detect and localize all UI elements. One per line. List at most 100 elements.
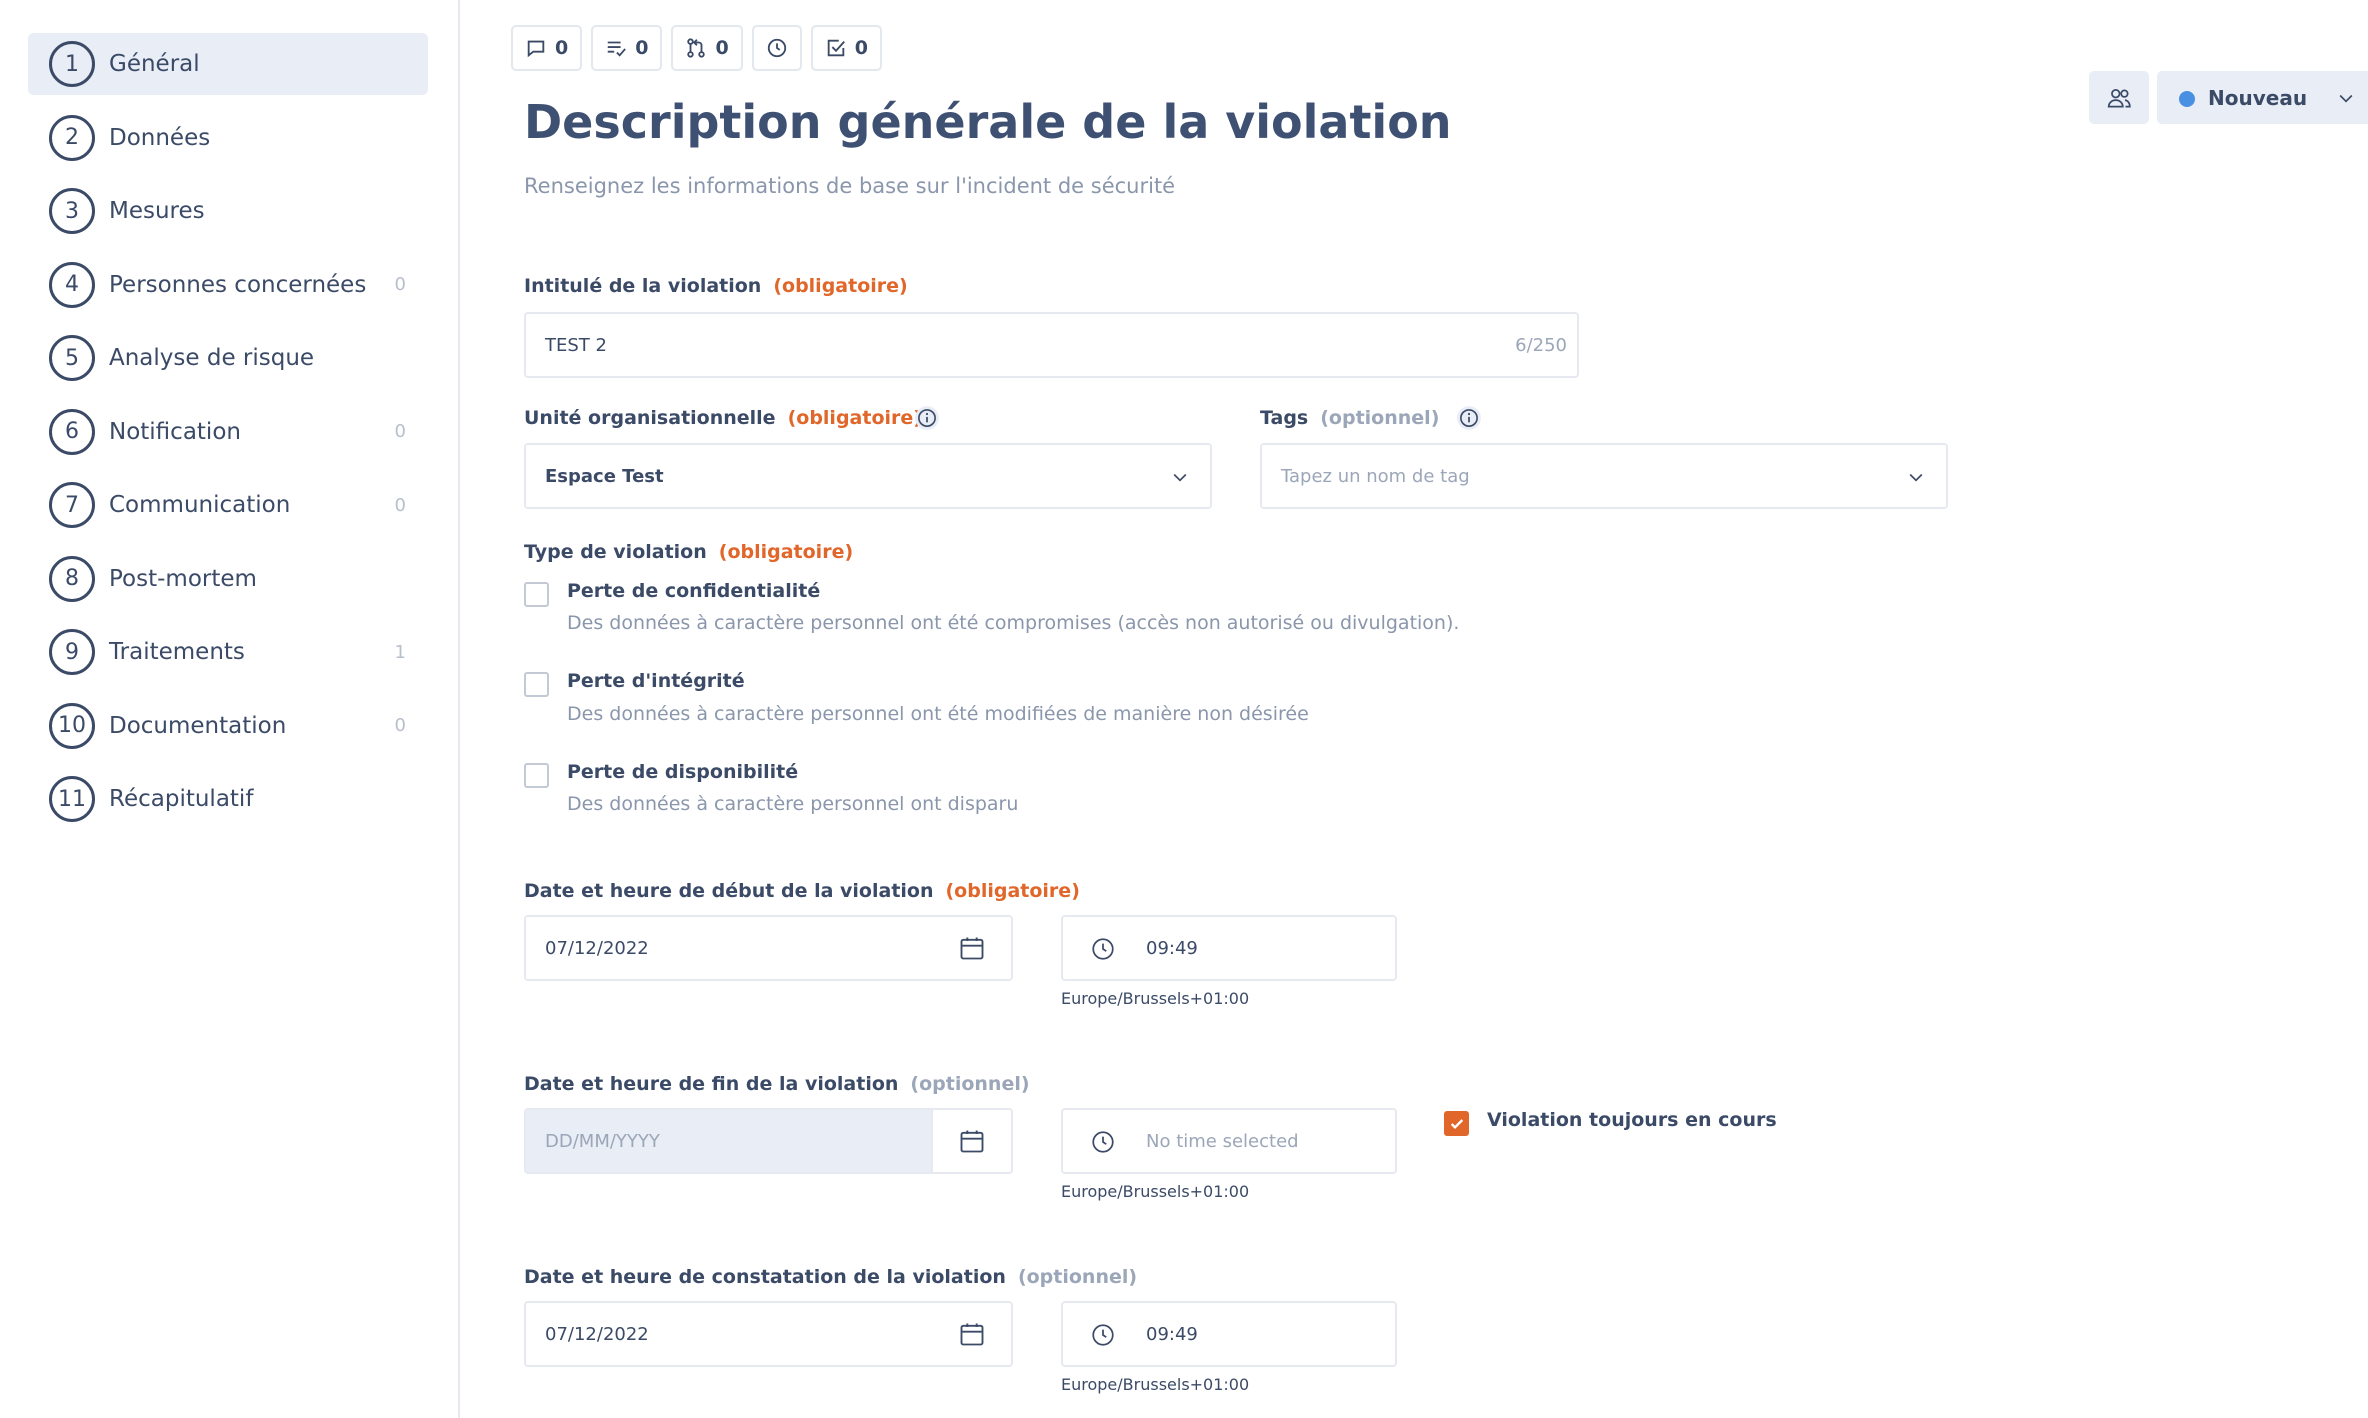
step-label: Documentation xyxy=(109,712,287,739)
step-item-donnees[interactable]: 2 Données xyxy=(28,107,428,169)
end-time-placeholder: No time selected xyxy=(1146,1130,1299,1152)
step-nav: 1 Général 2 Données 3 Mesures 4 Personne… xyxy=(28,33,428,842)
info-icon[interactable] xyxy=(914,405,940,431)
assignees-button[interactable] xyxy=(2089,71,2149,124)
chevron-down-icon xyxy=(2339,94,2353,103)
start-date-input[interactable]: 07/12/2022 xyxy=(524,915,1013,981)
ongoing-label: Violation toujours en cours xyxy=(1487,1109,1777,1131)
step-item-mesures[interactable]: 3 Mesures xyxy=(28,180,428,242)
title-input-value: TEST 2 xyxy=(545,334,607,356)
app: 1 Général 2 Données 3 Mesures 4 Personne… xyxy=(0,0,2368,1418)
tags-label: Tags (optionnel) xyxy=(1260,407,1439,429)
ongoing-checkbox[interactable] xyxy=(1444,1111,1469,1136)
integrity-checkbox[interactable] xyxy=(524,672,549,697)
option-description: Des données à caractère personnel ont ét… xyxy=(567,703,1309,725)
confidentiality-checkbox[interactable] xyxy=(524,582,549,607)
detection-time-input[interactable]: 09:49 xyxy=(1061,1301,1397,1367)
chevron-down-icon xyxy=(1909,473,1923,482)
tasks-count: 0 xyxy=(635,37,649,59)
step-item-notification[interactable]: 6 Notification 0 xyxy=(28,401,428,463)
title-field-label: Intitulé de la violation (obligatoire) xyxy=(524,275,908,297)
calendar-icon[interactable] xyxy=(958,1320,986,1348)
step-item-post-mortem[interactable]: 8 Post-mortem xyxy=(28,548,428,610)
clock-icon xyxy=(1092,938,1114,960)
end-date-placeholder: DD/MM/YYYY xyxy=(545,1130,660,1152)
step-count: 0 xyxy=(394,421,406,442)
title-input[interactable]: TEST 2 6/250 xyxy=(524,312,1579,378)
start-datetime-label: Date et heure de début de la violation (o… xyxy=(524,880,1080,902)
status-dropdown[interactable]: Nouveau xyxy=(2157,71,2368,124)
tags-select[interactable]: Tapez un nom de tag xyxy=(1260,443,1948,509)
step-number: 9 xyxy=(49,629,95,675)
detection-time-value: 09:49 xyxy=(1146,1323,1198,1345)
checks-button[interactable]: 0 xyxy=(810,25,882,71)
option-description: Des données à caractère personnel ont di… xyxy=(567,793,1019,815)
checkbox-icon xyxy=(827,39,845,57)
comments-button[interactable]: 0 xyxy=(511,25,583,71)
required-tag: (obligatoire) xyxy=(787,407,922,429)
activity-toolbar: 0 0 0 0 xyxy=(511,25,882,71)
comments-count: 0 xyxy=(555,37,569,59)
end-date-input: DD/MM/YYYY xyxy=(524,1108,1013,1174)
detection-date-input[interactable]: 07/12/2022 xyxy=(524,1301,1013,1367)
status-dot xyxy=(2179,91,2195,107)
availability-checkbox[interactable] xyxy=(524,763,549,788)
option-title: Perte d'intégrité xyxy=(567,670,745,692)
org-unit-label: Unité organisationnelle (obligatoire) xyxy=(524,407,922,429)
step-item-communication[interactable]: 7 Communication 0 xyxy=(28,474,428,536)
tasks-button[interactable]: 0 xyxy=(591,25,663,71)
tags-placeholder: Tapez un nom de tag xyxy=(1281,465,1470,487)
step-item-traitements[interactable]: 9 Traitements 1 xyxy=(28,621,428,683)
step-item-personnes[interactable]: 4 Personnes concernées 0 xyxy=(28,254,428,316)
info-icon[interactable] xyxy=(1456,405,1482,431)
checkmark-icon xyxy=(1450,1118,1463,1129)
detection-datetime-label: Date et heure de constatation de la viol… xyxy=(524,1266,1137,1288)
end-datetime-label: Date et heure de fin de la violation (opt… xyxy=(524,1073,1030,1095)
step-count: 0 xyxy=(394,494,406,516)
detection-date-value: 07/12/2022 xyxy=(545,1323,649,1345)
page-title: Description générale de la violation xyxy=(524,95,1452,149)
optional-tag: (optionnel) xyxy=(1017,1266,1138,1288)
start-time-input[interactable]: 09:49 xyxy=(1061,915,1397,981)
end-time-input[interactable]: No time selected xyxy=(1061,1108,1397,1174)
step-number: 7 xyxy=(49,482,95,528)
option-title: Perte de disponibilité xyxy=(567,761,799,783)
timezone-label: Europe/Brussels+01:00 xyxy=(1061,989,1250,1008)
step-label: Général xyxy=(109,51,200,77)
step-count: 1 xyxy=(394,641,406,663)
step-item-documentation[interactable]: 10 Documentation 0 xyxy=(28,695,428,757)
step-item-general[interactable]: 1 Général xyxy=(28,33,428,95)
comment-icon xyxy=(527,40,545,58)
timezone-label: Europe/Brussels+01:00 xyxy=(1061,1182,1250,1201)
step-item-recapitulatif[interactable]: 11 Récapitulatif xyxy=(28,768,428,830)
option-description: Des données à caractère personnel ont ét… xyxy=(567,612,1460,634)
option-title: Perte de confidentialité xyxy=(567,580,821,602)
step-number: 5 xyxy=(49,335,95,381)
step-number: 4 xyxy=(49,261,95,308)
checks-count: 0 xyxy=(854,37,868,59)
step-label: Analyse de risque xyxy=(109,345,315,371)
step-number: 2 xyxy=(49,114,95,161)
field-label-text: Intitulé de la violation xyxy=(524,275,762,297)
history-button[interactable] xyxy=(751,25,802,71)
field-label-text: Date et heure de constatation de la viol… xyxy=(524,1266,1006,1288)
optional-tag: (optionnel) xyxy=(1320,407,1440,429)
violation-type-label: Type de violation (obligatoire) xyxy=(524,541,853,563)
step-label: Mesures xyxy=(109,198,205,224)
clock-icon xyxy=(1092,1324,1114,1346)
timezone-label: Europe/Brussels+01:00 xyxy=(1061,1375,1250,1394)
step-number: 3 xyxy=(49,188,95,234)
step-label: Communication xyxy=(109,492,291,518)
step-label: Récapitulatif xyxy=(109,786,254,812)
step-count: 0 xyxy=(394,715,406,736)
step-count: 0 xyxy=(394,274,406,295)
calendar-icon[interactable] xyxy=(958,934,986,962)
step-label: Traitements xyxy=(109,639,245,665)
calendar-icon[interactable] xyxy=(958,1127,986,1155)
required-tag: (obligatoire) xyxy=(945,880,1080,902)
org-unit-select[interactable]: Espace Test xyxy=(524,443,1212,509)
task-list-icon xyxy=(607,41,627,57)
changes-button[interactable]: 0 xyxy=(671,25,743,71)
step-item-analyse[interactable]: 5 Analyse de risque xyxy=(28,327,428,389)
step-label: Post-mortem xyxy=(109,565,257,592)
